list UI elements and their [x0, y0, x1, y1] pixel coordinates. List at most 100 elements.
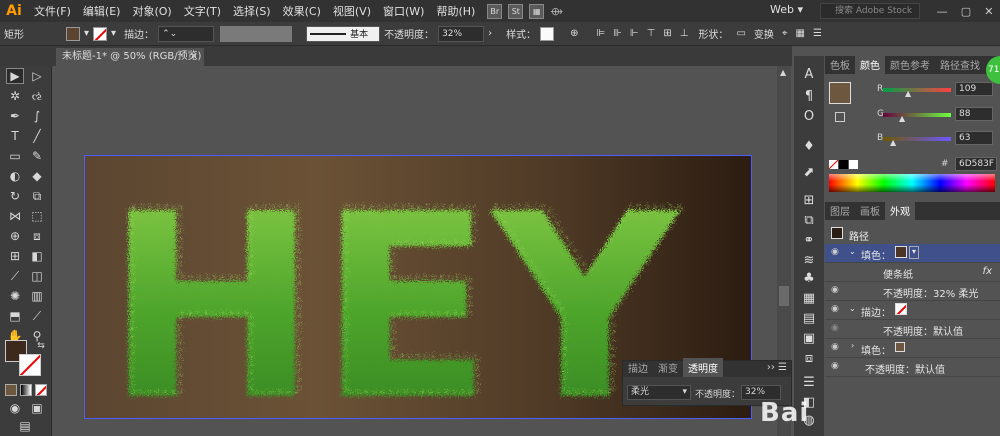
g-slider[interactable] — [883, 113, 951, 117]
appearance-object-opacity-row[interactable]: ◉ 不透明度：默认值 — [825, 358, 1000, 377]
g-slider-thumb[interactable]: ▲ — [899, 114, 905, 123]
line-tool-icon[interactable]: ╱ — [28, 128, 46, 144]
width-tool-icon[interactable]: ⋈ — [6, 208, 24, 224]
opacity-row-label[interactable]: 不透明度：32% 柔光 — [883, 285, 978, 300]
variable-width-field[interactable] — [220, 25, 293, 42]
r-slider[interactable] — [883, 88, 951, 92]
fill2-row-swatch[interactable] — [895, 342, 905, 352]
align-left-icon[interactable]: ⊫ — [596, 28, 605, 39]
menu-object[interactable]: 对象(O) — [126, 3, 177, 19]
layers-panel-icon[interactable]: ▤ — [800, 310, 818, 326]
fill-row-swatch[interactable] — [895, 246, 907, 258]
gpu-performance-icon[interactable]: ⟴ — [544, 5, 569, 18]
align-center-icon[interactable]: ⊪ — [613, 28, 622, 39]
menu-edit[interactable]: 编辑(E) — [77, 3, 127, 19]
none-color-swatch[interactable] — [829, 160, 838, 169]
tab-transparency[interactable]: 透明度 — [683, 358, 723, 377]
menu-effect[interactable]: 效果(C) — [277, 3, 327, 19]
lasso-icon[interactable]: ઌ — [28, 88, 46, 104]
fill-dropdown-icon[interactable]: ▾ — [84, 28, 89, 39]
menu-type[interactable]: 文字(T) — [178, 3, 227, 19]
pathfinder-panel-icon[interactable]: ⧉ — [800, 212, 818, 228]
isolate-icon[interactable]: ⌖ — [782, 28, 788, 39]
symbol-sprayer-icon[interactable]: ✺ — [6, 288, 24, 304]
gradient-mode-button[interactable] — [20, 384, 32, 396]
color-mode-button[interactable] — [5, 384, 17, 396]
tab-pathfinder[interactable]: 路径查找 — [935, 55, 985, 74]
collapse-chevron-icon[interactable]: › — [851, 341, 854, 350]
brushes-panel-icon[interactable]: ≋ — [800, 252, 818, 268]
workspace-switcher[interactable]: Web ▾ — [770, 3, 822, 19]
shape-builder-icon[interactable]: ⊕ — [6, 228, 24, 244]
b-slider-thumb[interactable]: ▲ — [890, 138, 896, 147]
stroke-weight-field[interactable]: ⌃⌄ — [158, 25, 215, 42]
tab-appearance[interactable]: 外观 — [885, 201, 915, 220]
draw-mode-icon[interactable]: ◉ — [6, 400, 24, 416]
appearance-fill2-row[interactable]: ◉ › 填色： — [825, 339, 1000, 358]
arrange-documents-icon[interactable]: ▦ — [529, 3, 545, 19]
direct-selection-tool-icon[interactable]: ▷ — [28, 68, 46, 84]
visibility-eye-icon[interactable]: ◉ — [831, 286, 843, 295]
screen-mode-icon[interactable]: ▣ — [28, 400, 46, 416]
export-panel-icon[interactable]: ⬈ — [800, 164, 818, 180]
stroke-dropdown-icon[interactable]: ▾ — [111, 28, 116, 39]
curvature-tool-icon[interactable]: ∫ — [28, 108, 46, 124]
b-value[interactable]: 63 — [955, 131, 993, 145]
minimize-icon[interactable]: — — [937, 5, 948, 18]
character-panel-icon[interactable]: A — [800, 66, 818, 82]
color-fill-preview[interactable] — [829, 82, 851, 104]
align-panel-icon[interactable]: ⊞ — [800, 192, 818, 208]
menu-window[interactable]: 窗口(W) — [377, 3, 430, 19]
paintbrush-icon[interactable]: ✎ — [28, 148, 46, 164]
black-swatch[interactable] — [839, 160, 848, 169]
column-graph-icon[interactable]: ▥ — [28, 288, 46, 304]
eraser-icon[interactable]: ◆ — [28, 168, 46, 184]
appearance-opacity-row[interactable]: ◉ 不透明度：32% 柔光 — [825, 282, 1000, 301]
appearance-fill-row[interactable]: ◉ ⌄ 填色： ▾ — [825, 244, 1000, 263]
expand-chevron-icon[interactable]: ⌄ — [849, 304, 856, 313]
r-slider-thumb[interactable]: ▲ — [905, 89, 911, 98]
rectangle-tool-icon[interactable]: ▭ — [6, 148, 24, 164]
navigator-panel-icon[interactable]: ♦ — [800, 138, 818, 154]
magic-wand-icon[interactable]: ✲ — [6, 88, 24, 104]
globe-icon[interactable]: ⊕ — [570, 28, 578, 39]
align-bottom-icon[interactable]: ⊥ — [680, 28, 689, 39]
maximize-icon[interactable]: ▢ — [961, 5, 971, 18]
tab-swatches[interactable]: 色板 — [825, 55, 855, 74]
color-stroke-preview[interactable] — [835, 112, 845, 122]
opacity-field[interactable]: 32% — [438, 25, 485, 42]
transform-panel-icon[interactable]: ⧈ — [800, 350, 818, 366]
transform-label[interactable]: 变换 — [754, 26, 774, 41]
graphic-styles-panel-icon[interactable]: ▦ — [800, 290, 818, 306]
tab-stroke[interactable]: 描边 — [623, 358, 653, 377]
bridge-button[interactable]: Br — [487, 3, 503, 19]
pen-tool-icon[interactable]: ✒ — [6, 108, 24, 124]
menu-select[interactable]: 选择(S) — [227, 3, 277, 19]
r-value[interactable]: 109 — [955, 82, 993, 96]
align-middle-icon[interactable]: ⊞ — [663, 28, 671, 39]
fill-swatch[interactable] — [66, 26, 80, 41]
fx-icon[interactable]: fx — [983, 266, 992, 277]
links-panel-icon[interactable]: ⚭ — [800, 232, 818, 248]
white-swatch[interactable] — [849, 160, 858, 169]
g-value[interactable]: 88 — [955, 107, 993, 121]
menu-view[interactable]: 视图(V) — [327, 3, 377, 19]
hex-value[interactable]: 6D583F — [955, 157, 997, 171]
panel-menu-icon[interactable]: ☰ — [813, 28, 822, 39]
visibility-eye-icon[interactable]: ◉ — [831, 362, 843, 371]
paragraph-panel-icon[interactable]: ¶ — [800, 88, 818, 104]
stroke-color-box[interactable] — [19, 354, 41, 376]
visibility-eye-icon[interactable]: ◉ — [831, 324, 843, 333]
align-right-icon[interactable]: ⊩ — [630, 28, 639, 39]
align-top-icon[interactable]: ⊤ — [647, 28, 656, 39]
selection-tool-icon[interactable]: ▶ — [6, 68, 24, 84]
close-tab-icon[interactable]: × — [190, 48, 198, 65]
brush-definition-field[interactable]: 基本 — [306, 25, 381, 42]
adobe-stock-search[interactable]: 搜索 Adobe Stock — [820, 3, 920, 19]
document-tab[interactable]: 未标题-1* @ 50% (RGB/预览) × — [56, 48, 204, 66]
visibility-eye-icon[interactable]: ◉ — [831, 248, 843, 257]
menu-file[interactable]: 文件(F) — [28, 3, 77, 19]
shape-icon[interactable]: ▭ — [736, 28, 745, 39]
perspective-grid-icon[interactable]: ⧈ — [28, 228, 46, 244]
artboards-panel-icon[interactable]: ▣ — [800, 330, 818, 346]
